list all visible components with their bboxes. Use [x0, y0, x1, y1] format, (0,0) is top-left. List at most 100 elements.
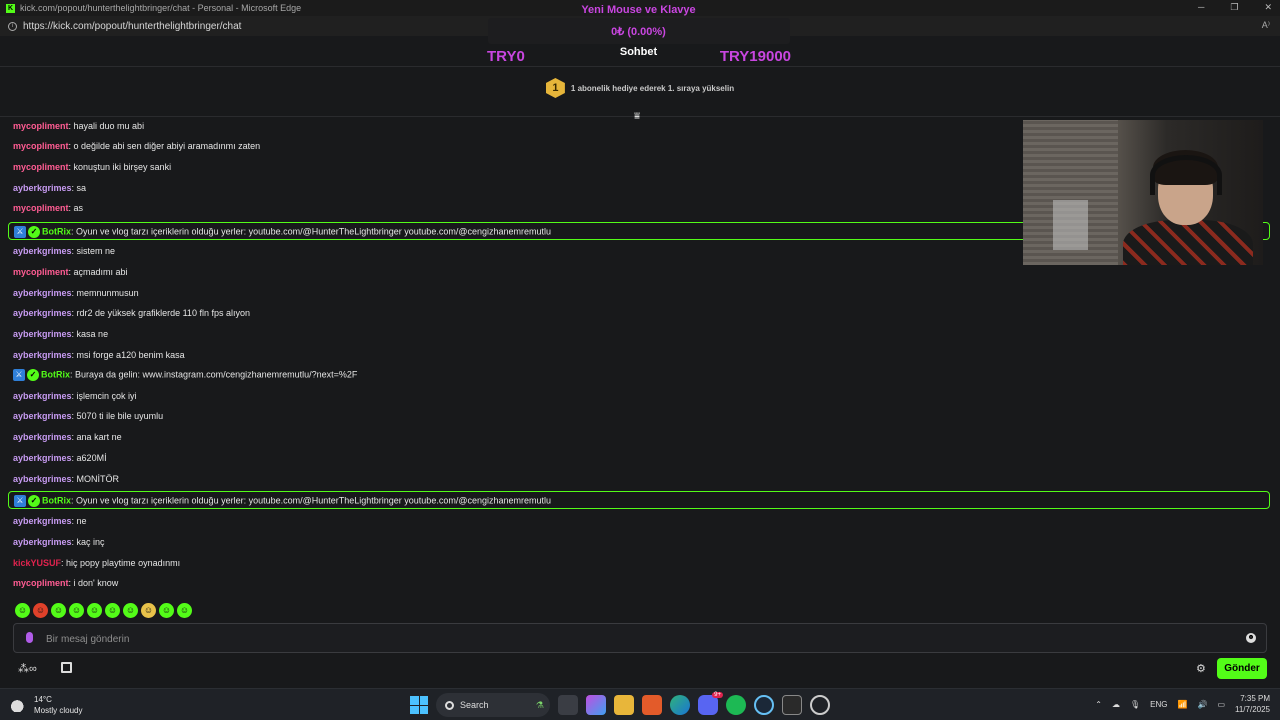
chat-username[interactable]: BotRix — [42, 226, 71, 236]
chat-username[interactable]: ayberkgrimes — [13, 432, 72, 442]
chat-message: ayberkgrimes: msi forge a120 benim kasa — [13, 350, 185, 360]
window-controls: ─ ❐ ✕ — [1198, 2, 1272, 13]
verified-badge-icon[interactable]: ✓ — [28, 226, 40, 238]
url-text[interactable]: https://kick.com/popout/hunterthelightbr… — [23, 21, 241, 32]
tray-chevron-icon[interactable]: ⌃ — [1095, 700, 1102, 709]
weather-widget[interactable]: 14°C Mostly cloudy — [10, 694, 82, 716]
site-info-icon[interactable]: i — [8, 21, 17, 31]
chat-username[interactable]: BotRix — [42, 495, 71, 505]
battery-icon[interactable]: ▭ — [1217, 700, 1225, 709]
edge-icon[interactable] — [670, 695, 690, 715]
restore-icon[interactable]: ❐ — [1230, 2, 1238, 13]
chat-message: ayberkgrimes: işlemcin çok iyi — [13, 391, 137, 401]
chat-username[interactable]: mycopliment — [13, 141, 69, 151]
windows-start-icon[interactable] — [410, 696, 428, 714]
wifi-icon[interactable]: 📶 — [1178, 700, 1188, 709]
chat-message-text: : a620Mİ — [71, 453, 107, 463]
chat-input-box[interactable]: ☻ — [13, 623, 1267, 653]
steam-icon[interactable] — [754, 695, 774, 715]
chat-message-text: : memnunmusun — [71, 288, 139, 298]
chat-username[interactable]: ayberkgrimes — [13, 391, 72, 401]
chat-message: ayberkgrimes: a620Mİ — [13, 453, 107, 463]
emote-8-icon[interactable]: ☺ — [141, 603, 156, 618]
webcam-video[interactable] — [1023, 120, 1263, 265]
emoji-icon[interactable]: ☻ — [1246, 633, 1256, 643]
task-view-icon[interactable] — [558, 695, 578, 715]
moderator-badge-icon[interactable]: ⚔ — [14, 495, 26, 507]
taskbar-search[interactable]: Search ⚗ — [436, 693, 550, 717]
chat-message: ayberkgrimes: memnunmusun — [13, 288, 139, 298]
minimize-icon[interactable]: ─ — [1198, 2, 1204, 13]
emote-4-icon[interactable]: ☺ — [69, 603, 84, 618]
moderator-badge-icon[interactable]: ⚔ — [14, 226, 26, 238]
chat-username[interactable]: ayberkgrimes — [13, 246, 72, 256]
points-icon[interactable]: ⁂∞ — [18, 662, 37, 675]
chat-message-text: : kaç inç — [71, 537, 105, 547]
emote-9-icon[interactable]: ☺ — [159, 603, 174, 618]
send-button[interactable]: Gönder — [1217, 658, 1267, 679]
chat-username[interactable]: mycopliment — [13, 267, 69, 277]
chat-message: ayberkgrimes: rdr2 de yüksek grafiklerde… — [13, 308, 250, 318]
chat-username[interactable]: mycopliment — [13, 578, 69, 588]
emote-1-icon[interactable]: ☺ — [15, 603, 30, 618]
gift-icon[interactable] — [61, 662, 72, 673]
verified-badge-icon[interactable]: ✓ — [28, 495, 40, 507]
chat-username[interactable]: ayberkgrimes — [13, 350, 72, 360]
chat-message-text: : hayali duo mu abi — [68, 121, 145, 131]
moderator-badge-icon[interactable]: ⚔ — [13, 369, 25, 381]
chat-message: mycopliment: konuştun iki birşey sanki — [13, 162, 171, 172]
verified-badge-icon[interactable]: ✓ — [27, 369, 39, 381]
emote-3-icon[interactable]: ☺ — [51, 603, 66, 618]
chat-username[interactable]: mycopliment — [13, 203, 69, 213]
chat-username[interactable]: ayberkgrimes — [13, 329, 72, 339]
chat-username[interactable]: BotRix — [41, 369, 70, 379]
search-label: Search — [460, 700, 489, 710]
chat-username[interactable]: ayberkgrimes — [13, 288, 72, 298]
file-explorer-icon[interactable] — [614, 695, 634, 715]
search-icon — [445, 700, 454, 710]
emote-5-icon[interactable]: ☺ — [87, 603, 102, 618]
chat-message-text: : as — [68, 203, 84, 213]
discord-icon[interactable]: 9+ — [698, 692, 723, 715]
chat-message-text: : i don' know — [68, 578, 119, 588]
emote-10-icon[interactable]: ☺ — [177, 603, 192, 618]
chat-username[interactable]: ayberkgrimes — [13, 474, 72, 484]
chat-username[interactable]: kickYUSUF — [13, 558, 61, 568]
scroll-to-bottom-icon[interactable]: ⩸ — [634, 111, 640, 122]
chat-message: mycopliment: hayali duo mu abi — [13, 121, 144, 131]
subgift-leaderboard[interactable]: 1 1 abonelik hediye ederek 1. sıraya yük… — [0, 78, 1280, 98]
settings-gear-icon[interactable]: ⚙ — [1196, 662, 1206, 675]
chat-username[interactable]: ayberkgrimes — [13, 308, 72, 318]
chat-message-text: : rdr2 de yüksek grafiklerde 110 fln fps… — [71, 308, 250, 318]
chat-username[interactable]: mycopliment — [13, 121, 69, 131]
microphone-icon[interactable] — [26, 632, 33, 643]
emote-6-icon[interactable]: ☺ — [105, 603, 120, 618]
message-input[interactable] — [46, 630, 1226, 648]
window-title: kick.com/popout/hunterthelightbringer/ch… — [20, 3, 302, 13]
close-icon[interactable]: ✕ — [1264, 2, 1272, 13]
chat-username[interactable]: ayberkgrimes — [13, 537, 72, 547]
emote-2-icon[interactable]: ☺ — [33, 603, 48, 618]
app-orange-icon[interactable] — [642, 695, 662, 715]
volume-icon[interactable]: 🔊 — [1197, 700, 1207, 709]
chat-username[interactable]: ayberkgrimes — [13, 411, 72, 421]
obs-icon[interactable] — [810, 695, 830, 715]
emote-7-icon[interactable]: ☺ — [123, 603, 138, 618]
chat-message-text: : ana kart ne — [71, 432, 122, 442]
clock[interactable]: 7:35 PM 11/7/2025 — [1235, 693, 1270, 715]
onedrive-icon[interactable]: ☁ — [1112, 700, 1120, 709]
search-highlight-icon: ⚗ — [535, 699, 544, 710]
epic-games-icon[interactable] — [782, 695, 802, 715]
chat-username[interactable]: ayberkgrimes — [13, 183, 72, 193]
chat-username[interactable]: ayberkgrimes — [13, 453, 72, 463]
language-indicator[interactable]: ENG — [1150, 700, 1167, 709]
chat-message: ayberkgrimes: sa — [13, 183, 86, 193]
chat-username[interactable]: ayberkgrimes — [13, 516, 72, 526]
read-aloud-icon[interactable]: A⁾ — [1262, 20, 1270, 31]
copilot-icon[interactable] — [586, 695, 606, 715]
chat-message: kickYUSUF: hiç popy playtime oynadınmı — [13, 558, 180, 568]
kick-favicon-icon: K — [6, 3, 15, 13]
spotify-icon[interactable] — [726, 695, 746, 715]
microphone-tray-icon[interactable]: 🎙 — [1130, 700, 1140, 709]
chat-username[interactable]: mycopliment — [13, 162, 69, 172]
